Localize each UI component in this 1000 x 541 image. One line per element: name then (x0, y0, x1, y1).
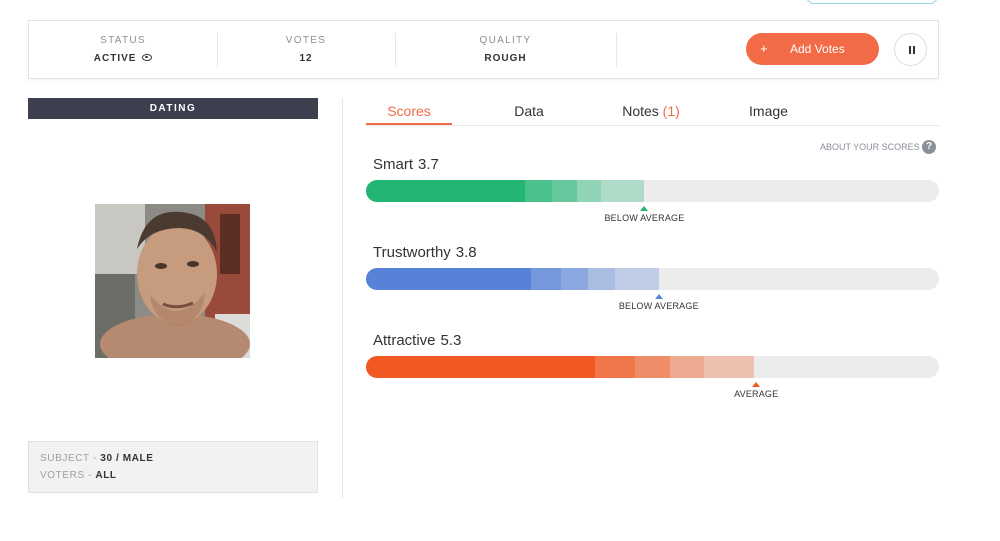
stat-votes: VOTES 12 (217, 21, 395, 78)
tab-data[interactable]: Data (499, 103, 559, 119)
help-icon[interactable]: ? (922, 140, 936, 154)
tab-image[interactable]: Image (741, 103, 796, 119)
subject-photo-image (95, 204, 250, 358)
score-bar-segment (366, 180, 526, 202)
voters-label: VOTERS - (40, 470, 96, 481)
add-votes-label: Add Votes (790, 42, 845, 56)
add-votes-button[interactable]: + Add Votes (746, 33, 879, 65)
score-bar-segment (669, 356, 705, 378)
quality-value: ROUGH (484, 53, 527, 64)
score-title-attractive: Attractive 5.3 (373, 332, 461, 349)
stat-quality: QUALITY ROUGH (395, 21, 616, 78)
score-bar-segment (525, 180, 552, 202)
plus-icon: + (760, 41, 768, 56)
pause-icon-bar (913, 46, 915, 54)
score-bar-segment (576, 180, 601, 202)
tab-scores[interactable]: Scores (366, 103, 452, 119)
votes-label: VOTES (285, 35, 327, 46)
notes-count-badge: (1) (662, 103, 680, 119)
column-divider (342, 98, 343, 498)
about-scores-link[interactable]: ABOUT YOUR SCORES (820, 142, 920, 152)
tab-notes-label: Notes (622, 103, 659, 119)
score-bar-segment (560, 268, 589, 290)
score-rating-label: AVERAGE (734, 389, 779, 399)
status-value: ACTIVE (93, 53, 137, 64)
score-title-trustworthy: Trustworthy 3.8 (373, 244, 477, 261)
score-bar-segment (635, 356, 670, 378)
score-marker-icon (640, 206, 649, 211)
eye-icon (142, 54, 153, 61)
score-value: 5.3 (440, 332, 462, 349)
subject-value: 30 / MALE (100, 453, 154, 464)
score-bar-segment (531, 268, 561, 290)
score-name: Attractive (373, 332, 436, 349)
status-bar: STATUS ACTIVE VOTES 12 QUALITY ROUGH + A… (28, 20, 939, 79)
score-rating-label: BELOW AVERAGE (604, 213, 685, 223)
score-bar-smart (366, 180, 939, 202)
category-banner: DATING (28, 98, 318, 119)
score-marker-icon (752, 382, 761, 387)
score-bar-segment (551, 180, 577, 202)
stat-status: STATUS ACTIVE (29, 21, 217, 78)
voters-value: ALL (95, 470, 117, 481)
tab-bar: Scores Data Notes (1) Image (366, 99, 939, 126)
score-bar-segment (366, 356, 596, 378)
score-bar-segment (614, 268, 659, 290)
score-bar-attractive (366, 356, 939, 378)
divider (616, 33, 617, 67)
score-name: Trustworthy (373, 244, 451, 261)
subject-photo (95, 204, 250, 358)
subject-info-box: SUBJECT - 30 / MALE VOTERS - ALL (28, 441, 318, 493)
voters-line: VOTERS - ALL (40, 470, 117, 481)
score-value: 3.7 (418, 156, 439, 173)
quality-label: QUALITY (479, 35, 532, 46)
score-rating-label: BELOW AVERAGE (618, 301, 699, 311)
score-bar-segment (600, 180, 645, 202)
active-tab-indicator (366, 123, 452, 125)
score-bar-segment (588, 268, 615, 290)
score-bar-trustworthy (366, 268, 939, 290)
score-bar-segment (704, 356, 755, 378)
score-bar-segment (366, 268, 532, 290)
pause-button[interactable] (894, 33, 927, 66)
status-value-wrap: ACTIVE (29, 53, 217, 64)
score-title-smart: Smart 3.7 (373, 156, 439, 173)
score-bar-segment (595, 356, 636, 378)
pause-icon (909, 46, 911, 54)
top-pill-button[interactable] (806, 0, 938, 4)
status-label: STATUS (100, 35, 146, 46)
score-value: 3.8 (455, 244, 477, 261)
subject-label: SUBJECT - (40, 453, 101, 464)
votes-value: 12 (299, 53, 313, 64)
score-marker-icon (654, 294, 663, 299)
subject-line: SUBJECT - 30 / MALE (40, 453, 153, 464)
tab-notes[interactable]: Notes (1) (616, 103, 686, 119)
score-name: Smart (373, 156, 414, 173)
